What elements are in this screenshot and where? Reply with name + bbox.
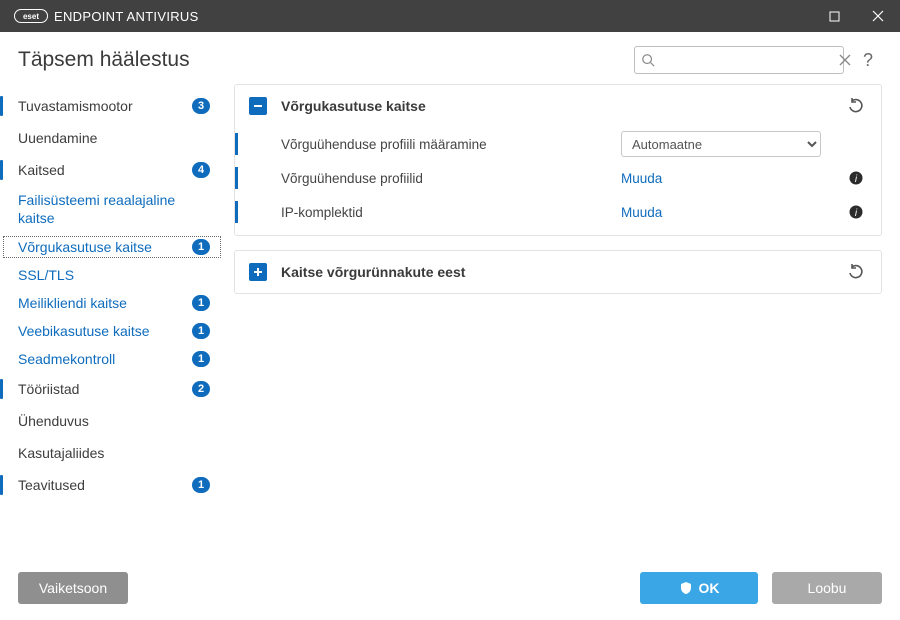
- sidebar-item-device-control[interactable]: Seadmekontroll 1: [0, 345, 224, 373]
- panel-head[interactable]: Kaitse võrgurünnakute eest: [235, 251, 881, 293]
- sidebar-item-protections[interactable]: Kaitsed 4: [0, 154, 224, 186]
- help-icon: ?: [863, 50, 873, 71]
- page-title: Täpsem häälestus: [18, 48, 634, 72]
- badge: 4: [192, 162, 210, 178]
- undo-icon[interactable]: [845, 95, 867, 117]
- panel-network-protection: Võrgukasutuse kaitse Võrguühenduse profi…: [234, 84, 882, 236]
- row-ip-sets: IP-komplektid Muuda i: [235, 195, 881, 229]
- badge: 1: [192, 351, 210, 367]
- default-zone-button[interactable]: Vaiketsoon: [18, 572, 128, 604]
- help-button[interactable]: ?: [854, 46, 882, 74]
- sidebar-item-notifications[interactable]: Teavitused 1: [0, 469, 224, 501]
- ok-button[interactable]: OK: [640, 572, 758, 604]
- info-icon[interactable]: i: [845, 205, 867, 219]
- sidebar: Tuvastamismootor 3 Uuendamine Kaitsed 4 …: [0, 84, 224, 560]
- sidebar-item-web-protection[interactable]: Veebikasutuse kaitse 1: [0, 317, 224, 345]
- sidebar-item-tools[interactable]: Tööriistad 2: [0, 373, 224, 405]
- brand-logo: eset: [14, 9, 48, 23]
- badge: 1: [192, 295, 210, 311]
- search-icon: [641, 53, 655, 67]
- footer: Vaiketsoon OK Loobu: [0, 560, 900, 616]
- row-profile-assignment: Võrguühenduse profiili määramine Automaa…: [235, 127, 881, 161]
- badge: 2: [192, 381, 210, 397]
- shield-icon: [679, 581, 693, 595]
- panel-head[interactable]: Võrgukasutuse kaitse: [235, 85, 881, 127]
- search-box[interactable]: [634, 46, 844, 74]
- window-maximize-button[interactable]: [812, 0, 856, 32]
- edit-ipsets-link[interactable]: Muuda: [621, 205, 662, 220]
- badge: 1: [192, 477, 210, 493]
- undo-icon[interactable]: [845, 261, 867, 283]
- svg-text:eset: eset: [23, 12, 39, 21]
- sidebar-item-connectivity[interactable]: Ühenduvus: [0, 405, 224, 437]
- window-close-button[interactable]: [856, 0, 900, 32]
- cancel-button[interactable]: Loobu: [772, 572, 882, 604]
- titlebar: eset ENDPOINT ANTIVIRUS: [0, 0, 900, 32]
- sidebar-item-network-protection[interactable]: Võrgukasutuse kaitse 1: [0, 233, 224, 261]
- clear-icon[interactable]: [839, 54, 851, 66]
- row-connection-profiles: Võrguühenduse profiilid Muuda i: [235, 161, 881, 195]
- collapse-icon: [249, 97, 267, 115]
- profile-assignment-dropdown[interactable]: Automaatne: [621, 131, 821, 157]
- badge: 1: [192, 239, 210, 255]
- edit-profiles-link[interactable]: Muuda: [621, 171, 662, 186]
- sidebar-item-ssl-tls[interactable]: SSL/TLS: [0, 261, 224, 289]
- topbar: Täpsem häälestus ?: [0, 32, 900, 84]
- badge: 3: [192, 98, 210, 114]
- panel-network-attack: Kaitse võrgurünnakute eest: [234, 250, 882, 294]
- brand-text: ENDPOINT ANTIVIRUS: [54, 9, 199, 24]
- sidebar-item-realtime-fs[interactable]: Failisüsteemi reaalajaline kaitse: [0, 186, 224, 233]
- sidebar-item-email-client[interactable]: Meilikliendi kaitse 1: [0, 289, 224, 317]
- badge: 1: [192, 323, 210, 339]
- search-input[interactable]: [655, 53, 839, 68]
- sidebar-item-update[interactable]: Uuendamine: [0, 122, 224, 154]
- sidebar-item-detection-engine[interactable]: Tuvastamismootor 3: [0, 90, 224, 122]
- sidebar-item-ui[interactable]: Kasutajaliides: [0, 437, 224, 469]
- expand-icon: [249, 263, 267, 281]
- info-icon[interactable]: i: [845, 171, 867, 185]
- content: Võrgukasutuse kaitse Võrguühenduse profi…: [224, 84, 900, 560]
